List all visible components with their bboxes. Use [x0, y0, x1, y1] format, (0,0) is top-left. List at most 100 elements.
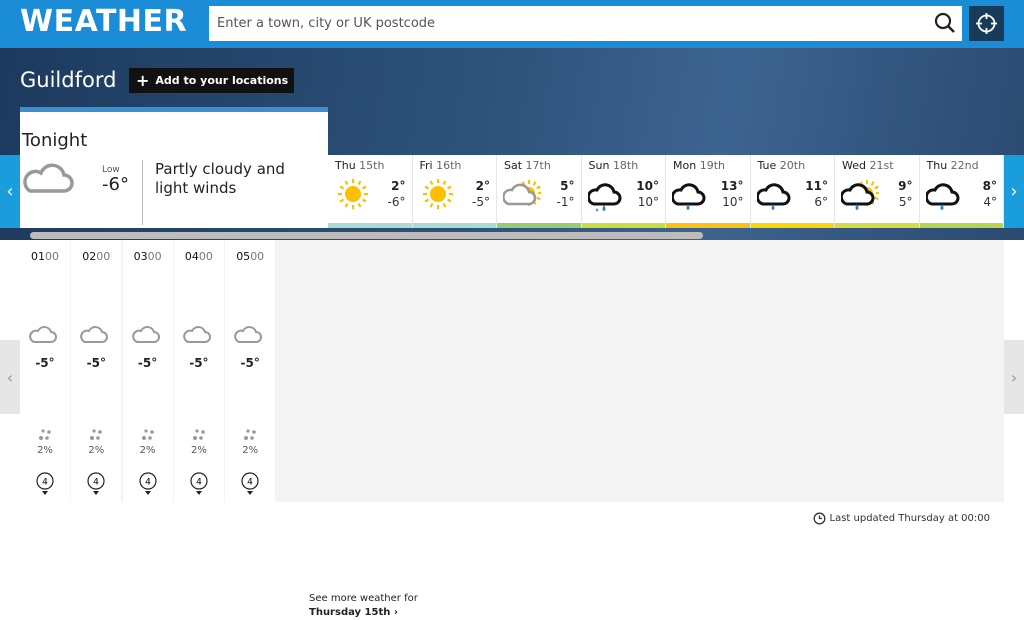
day-name: Mon 19th: [673, 159, 725, 172]
hour-column[interactable]: 0500 -5° 2% 4: [225, 240, 276, 502]
low-temp: 10°: [637, 195, 659, 209]
rain-chance: 2%: [190, 445, 207, 456]
chevron-right-icon: ›: [393, 607, 398, 618]
hour-temp: -5°: [189, 356, 209, 370]
temperature-bar: [666, 223, 750, 228]
days-next-button[interactable]: ›: [1004, 155, 1024, 228]
hourly-panel: See more weather for Thursday 15th › 0100…: [20, 240, 1004, 618]
temperature-bar: [750, 223, 834, 228]
wind-direction-icon: 4: [87, 472, 105, 495]
search-icon: [934, 12, 955, 33]
hour-column[interactable]: 0200 -5° 2% 4: [71, 240, 122, 502]
see-more-link[interactable]: See more weather for Thursday 15th ›: [309, 592, 418, 620]
svg-text:4: 4: [42, 478, 48, 488]
hour-column[interactable]: 0300 -5° 2% 4: [122, 240, 173, 502]
hourly-prev-button[interactable]: ‹: [0, 340, 20, 414]
rain-drops-icon: [90, 429, 103, 440]
hour-column[interactable]: 0400 -5° 2% 4: [173, 240, 224, 502]
wind-direction-icon: 4: [190, 472, 208, 495]
high-temp: 13°: [720, 179, 744, 193]
plus-icon: +: [136, 71, 150, 90]
high-temp: 8°: [982, 179, 997, 193]
location-name: Guildford: [20, 68, 117, 92]
day-0[interactable]: Thu 15th 2° -6°: [328, 155, 413, 228]
header: WEATHER: [0, 0, 1024, 48]
low-temp: 5°: [898, 195, 913, 209]
temperature-bar: [412, 223, 496, 228]
chevron-right-icon: ›: [1010, 367, 1018, 387]
hour-time: 0200: [82, 250, 111, 263]
partly-cloudy-night-icon: [29, 323, 61, 343]
day-name: Sun 18th: [588, 159, 639, 172]
divider: [142, 160, 143, 225]
day-3[interactable]: Sun 18th 10° 10°: [581, 155, 666, 228]
day-2[interactable]: Sat 17th 5° -1°: [497, 155, 582, 228]
temperature-bar: [497, 223, 581, 228]
high-temp: 11°: [805, 179, 828, 193]
high-temp: 9°: [898, 179, 913, 193]
low-temp: 4°: [983, 195, 997, 209]
search-input[interactable]: [209, 6, 962, 41]
rain-chance: 2%: [37, 445, 53, 456]
days-prev-button[interactable]: ‹: [0, 155, 20, 228]
last-updated: Last updated Thursday at 00:00: [813, 512, 990, 525]
chevron-left-icon: ‹: [6, 367, 14, 387]
search-button[interactable]: [930, 8, 960, 38]
partly-cloudy-night-icon: [131, 323, 164, 343]
day-1[interactable]: Fri 16th 2° -5°: [412, 155, 497, 228]
day-7[interactable]: Thu 22nd 8° 4°: [919, 155, 1004, 228]
partly-cloudy-night-icon: [183, 323, 215, 343]
heavy-rain-icon: [587, 183, 621, 211]
chevron-left-icon: ‹: [6, 181, 14, 202]
light-rain-sun-icon: [841, 180, 879, 210]
low-temp: 10°: [722, 195, 744, 209]
day-name: Wed 21st: [842, 159, 894, 172]
light-rain-icon: [925, 183, 959, 210]
day-5[interactable]: Tue 20th 11° 6°: [750, 155, 835, 228]
temperature-bar: [919, 223, 1003, 228]
high-temp: 2°: [475, 179, 490, 193]
tonight-description: Partly cloudy and light winds: [155, 160, 285, 197]
partly-cloudy-night-icon: [80, 323, 113, 343]
hour-column[interactable]: 0100 -5° 2% 4: [20, 240, 70, 502]
hour-time: 0300: [133, 250, 162, 263]
day-4[interactable]: Mon 19th 13° 10°: [666, 155, 751, 228]
hourly-next-button[interactable]: ›: [1004, 340, 1024, 414]
hour-temp: -5°: [240, 356, 260, 370]
sunny-icon: [422, 179, 453, 209]
tonight-card[interactable]: Tonight Low -6° Partly cloudy and light …: [20, 107, 328, 228]
day-name: Thu 15th: [335, 159, 385, 172]
clock-icon: [813, 512, 825, 525]
low-temp: -6°: [387, 195, 406, 209]
day-list: Thu 15th 2° -6° Fri 16th 2° -5° Sat 17th…: [328, 155, 1004, 228]
rain-drops-icon: [39, 429, 51, 440]
svg-text:4: 4: [93, 478, 99, 488]
rain-chance: 2%: [242, 445, 259, 456]
svg-text:4: 4: [196, 478, 202, 488]
scrollbar[interactable]: [30, 232, 703, 239]
logo[interactable]: WEATHER: [20, 4, 187, 39]
locate-button[interactable]: [969, 6, 1004, 41]
rain-drops-icon: [141, 429, 154, 440]
temperature-bar: [328, 223, 412, 228]
hour-temp: -5°: [137, 356, 158, 370]
hour-time: 0400: [184, 250, 213, 263]
high-temp: 5°: [560, 179, 575, 193]
add-location-button[interactable]: + Add to your locations: [129, 68, 294, 93]
day-name: Thu 22nd: [926, 159, 979, 172]
low-temp: -5°: [472, 195, 490, 209]
rain-chance: 2%: [88, 445, 105, 456]
chevron-right-icon: ›: [1010, 181, 1018, 202]
hour-time: 0100: [31, 250, 59, 263]
wind-direction-icon: 4: [241, 472, 259, 495]
low-temp: 6°: [814, 195, 828, 209]
day-name: Fri 16th: [419, 159, 462, 172]
high-temp: 10°: [636, 179, 659, 193]
svg-text:4: 4: [145, 478, 151, 488]
partly-cloudy-night-icon: [23, 163, 82, 193]
low-temp: -6°: [102, 174, 129, 195]
rain-drops-icon: [244, 429, 256, 440]
temperature-bar: [581, 223, 665, 228]
day-6[interactable]: Wed 21st 9° 5°: [835, 155, 920, 228]
wind-direction-icon: 4: [36, 472, 54, 495]
